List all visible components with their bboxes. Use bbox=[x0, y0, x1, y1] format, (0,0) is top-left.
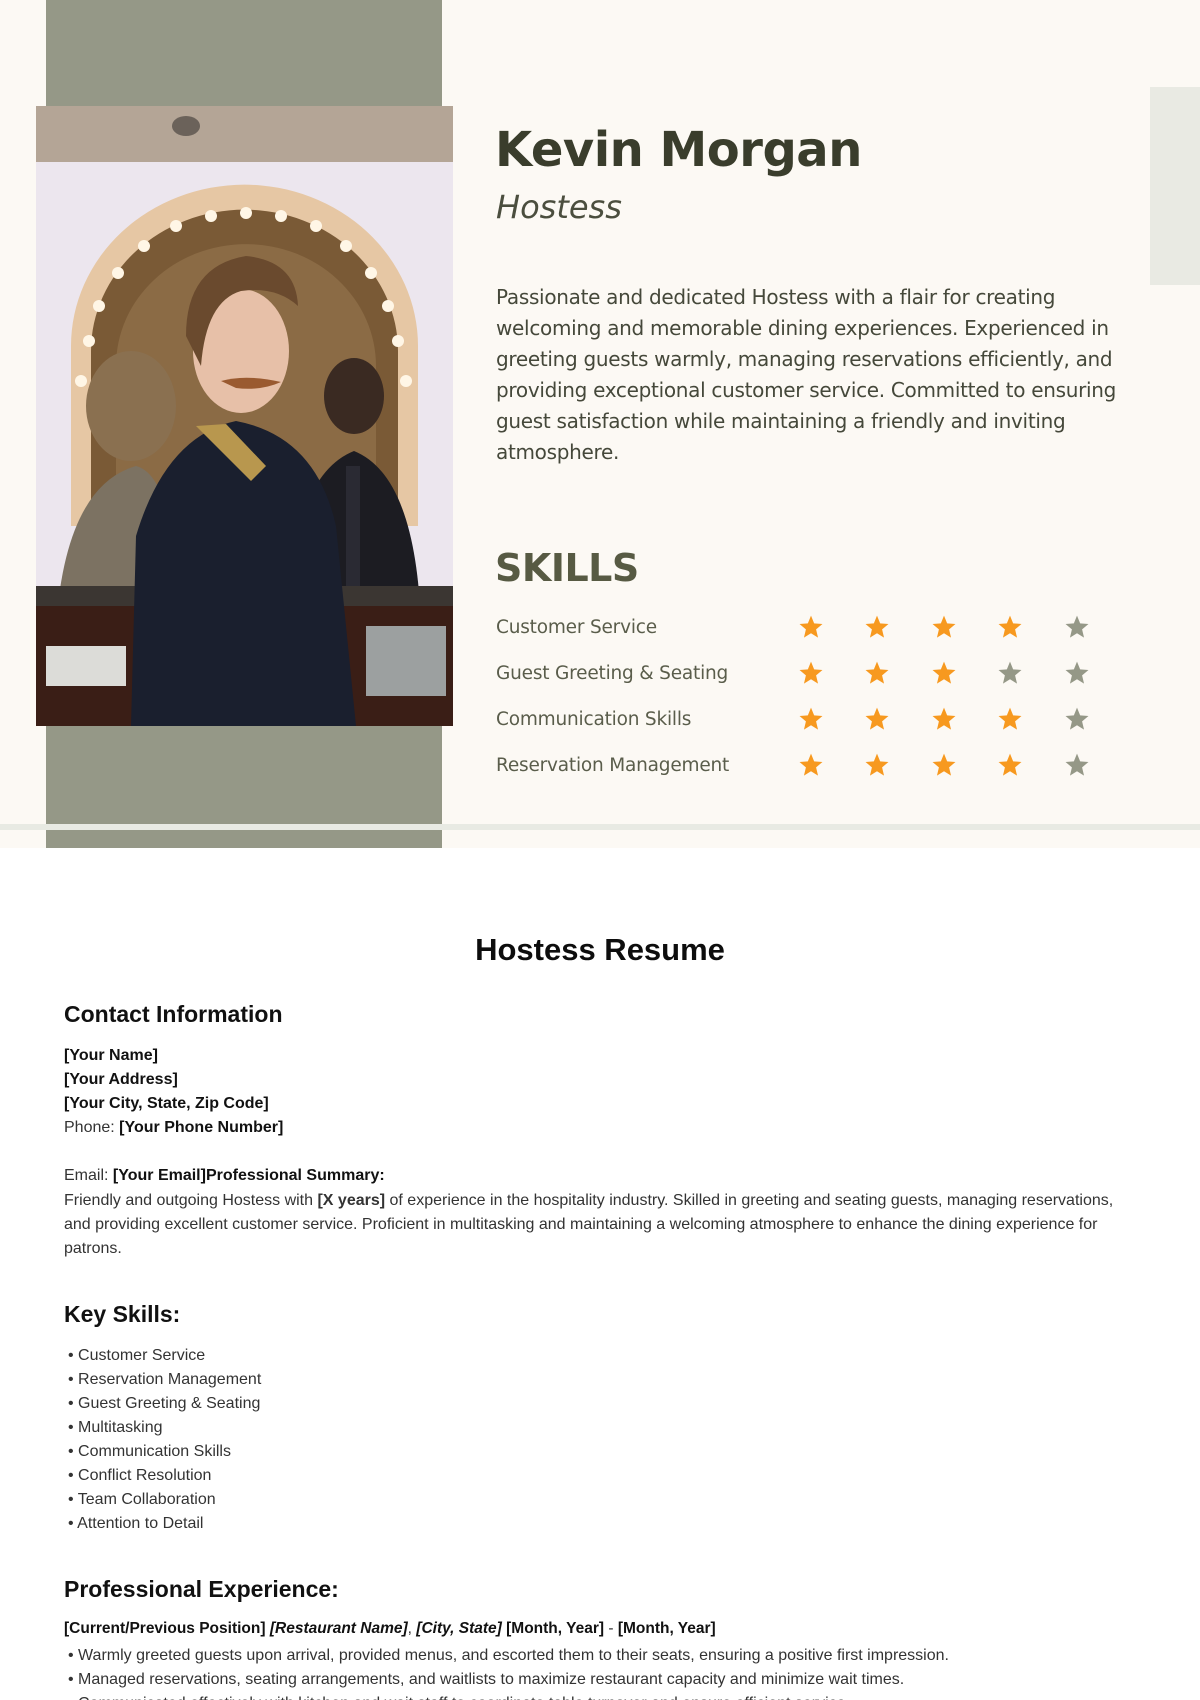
star-rating bbox=[794, 660, 1127, 686]
skill-rating-row: Reservation Management bbox=[496, 742, 1126, 788]
phone-label: Phone: bbox=[64, 1119, 115, 1136]
key-skill-item: Team Collaboration bbox=[68, 1488, 261, 1512]
star-empty-icon bbox=[1060, 614, 1127, 640]
phone-value: [Your Phone Number] bbox=[119, 1119, 284, 1136]
document-title: Hostess Resume bbox=[475, 932, 725, 967]
job-separator: , bbox=[407, 1620, 412, 1637]
star-rating bbox=[794, 706, 1127, 732]
experience-bullets: Warmly greeted guests upon arrival, prov… bbox=[68, 1644, 949, 1700]
star-rating bbox=[794, 614, 1127, 640]
job-restaurant: [Restaurant Name] bbox=[269, 1620, 408, 1637]
skill-name: Customer Service bbox=[496, 616, 657, 638]
job-position: [Current/Previous Position] bbox=[64, 1620, 266, 1637]
candidate-name: Kevin Morgan bbox=[495, 122, 862, 178]
candidate-role: Hostess bbox=[496, 188, 622, 226]
contact-address-value: [Your Address] bbox=[64, 1071, 178, 1088]
star-empty-icon bbox=[1060, 752, 1127, 778]
profile-photo bbox=[36, 106, 453, 726]
key-skills-list: Customer ServiceReservation ManagementGu… bbox=[68, 1344, 261, 1536]
key-skill-item: Conflict Resolution bbox=[68, 1464, 261, 1488]
decorative-side-panel bbox=[1150, 87, 1200, 285]
key-skill-item: Reservation Management bbox=[68, 1368, 261, 1392]
star-filled-icon bbox=[860, 752, 927, 778]
key-skill-item: Attention to Detail bbox=[68, 1512, 261, 1536]
contact-heading: Contact Information bbox=[64, 1001, 283, 1027]
star-filled-icon bbox=[860, 706, 927, 732]
skill-rating-row: Communication Skills bbox=[496, 696, 1126, 742]
job-end-date: [Month, Year] bbox=[617, 1620, 716, 1637]
skills-heading: SKILLS bbox=[495, 546, 639, 590]
star-filled-icon bbox=[794, 752, 861, 778]
professional-summary-heading: Professional Summary: bbox=[205, 1167, 385, 1184]
experience-bullet: Warmly greeted guests upon arrival, prov… bbox=[68, 1644, 949, 1668]
email-value: [Your Email] bbox=[112, 1167, 206, 1184]
contact-city: [Your City, State, Zip Code] bbox=[64, 1095, 269, 1113]
star-empty-icon bbox=[993, 660, 1060, 686]
star-rating bbox=[794, 752, 1127, 778]
key-skill-item: Customer Service bbox=[68, 1344, 261, 1368]
star-filled-icon bbox=[927, 614, 994, 640]
star-filled-icon bbox=[993, 706, 1060, 732]
experience-job-header: [Current/Previous Position] [Restaurant … bbox=[64, 1620, 716, 1638]
star-filled-icon bbox=[927, 660, 994, 686]
star-filled-icon bbox=[794, 660, 861, 686]
skill-name: Guest Greeting & Seating bbox=[496, 662, 729, 684]
star-empty-icon bbox=[1060, 706, 1127, 732]
skills-rating-list: Customer Service Guest Greeting & Seating… bbox=[496, 604, 1126, 788]
star-filled-icon bbox=[993, 752, 1060, 778]
job-start-date: [Month, Year] bbox=[506, 1620, 605, 1637]
professional-summary-text: Friendly and outgoing Hostess with [X ye… bbox=[64, 1189, 1144, 1261]
star-filled-icon bbox=[794, 614, 861, 640]
contact-phone: Phone: [Your Phone Number] bbox=[64, 1119, 283, 1137]
contact-address: [Your Address] bbox=[64, 1071, 178, 1089]
skill-name: Reservation Management bbox=[496, 754, 730, 776]
experience-bullet: Communicated effectively with kitchen an… bbox=[68, 1692, 949, 1700]
resume-hero: Kevin Morgan Hostess Passionate and dedi… bbox=[0, 0, 1200, 848]
star-filled-icon bbox=[993, 614, 1060, 640]
key-skill-item: Multitasking bbox=[68, 1416, 261, 1440]
skill-rating-row: Customer Service bbox=[496, 604, 1126, 650]
contact-name: [Your Name] bbox=[64, 1047, 158, 1065]
star-empty-icon bbox=[1060, 660, 1127, 686]
job-location: [City, State] bbox=[416, 1620, 502, 1637]
summary-text-start: Friendly and outgoing Hostess with bbox=[64, 1192, 318, 1209]
portrait-illustration bbox=[36, 106, 453, 726]
contact-email: Email: [Your Email]Professional Summary: bbox=[64, 1167, 385, 1185]
star-filled-icon bbox=[794, 706, 861, 732]
job-date-dash: - bbox=[608, 1620, 614, 1637]
summary-years-placeholder: [X years] bbox=[317, 1192, 386, 1209]
profile-summary: Passionate and dedicated Hostess with a … bbox=[496, 285, 1117, 464]
star-filled-icon bbox=[927, 752, 994, 778]
key-skill-item: Guest Greeting & Seating bbox=[68, 1392, 261, 1416]
skill-rating-row: Guest Greeting & Seating bbox=[496, 650, 1126, 696]
star-filled-icon bbox=[927, 706, 994, 732]
experience-bullet: Managed reservations, seating arrangemen… bbox=[68, 1668, 949, 1692]
skill-name: Communication Skills bbox=[496, 708, 692, 730]
experience-heading: Professional Experience: bbox=[64, 1576, 339, 1602]
contact-city-value: [Your City, State, Zip Code] bbox=[64, 1095, 269, 1112]
key-skills-heading: Key Skills: bbox=[64, 1301, 181, 1327]
contact-name-value: [Your Name] bbox=[64, 1047, 158, 1064]
star-filled-icon bbox=[860, 660, 927, 686]
star-filled-icon bbox=[860, 614, 927, 640]
key-skill-item: Communication Skills bbox=[68, 1440, 261, 1464]
email-label: Email: bbox=[64, 1167, 109, 1184]
divider-line bbox=[0, 824, 1200, 830]
